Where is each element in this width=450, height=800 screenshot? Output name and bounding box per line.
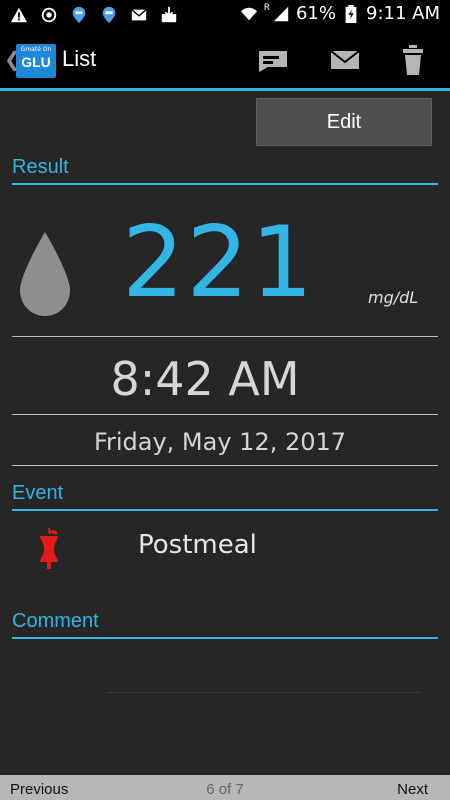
clock: 9:11 AM <box>366 3 440 24</box>
event-section-title: Event <box>12 482 64 504</box>
trash-icon[interactable] <box>396 45 430 75</box>
status-bar: R 61% 9:11 AM <box>0 0 450 30</box>
page-title: List <box>62 46 97 71</box>
apple-core-icon <box>40 528 58 569</box>
divider <box>12 336 438 337</box>
result-divider <box>12 183 438 185</box>
page-indicator: 6 of 7 <box>206 781 244 798</box>
system-indicators: R 61% 9:11 AM <box>240 3 440 24</box>
event-label: Postmeal <box>138 530 257 560</box>
event-divider <box>12 509 438 511</box>
battery-icon <box>345 4 357 23</box>
app-logo[interactable]: Gmaté On GLU <box>16 44 56 78</box>
warning-icon <box>10 7 28 23</box>
comment-underline <box>106 692 420 693</box>
email-icon[interactable] <box>328 45 362 75</box>
download-icon <box>161 6 177 23</box>
map-pin-icon <box>102 6 116 24</box>
notification-icons <box>10 6 178 24</box>
reading-date: Friday, May 12, 2017 <box>93 428 347 456</box>
comment-icon[interactable] <box>256 45 290 75</box>
roaming-indicator: R <box>263 3 270 13</box>
result-section-title: Result <box>12 156 69 178</box>
email-icon <box>131 9 147 21</box>
logo-small-text: Gmaté On <box>20 46 52 53</box>
divider <box>12 414 438 415</box>
action-bar: ❮ Gmaté On GLU List <box>0 30 450 91</box>
signal-icon <box>273 6 289 21</box>
battery-percent: 61% <box>295 3 336 24</box>
next-button[interactable]: Next <box>397 781 428 798</box>
glucose-value: 221 <box>122 206 316 320</box>
blood-drop-icon <box>20 232 70 316</box>
comment-divider <box>12 637 438 639</box>
wifi-icon <box>240 7 257 20</box>
map-pin-icon <box>72 6 86 24</box>
comment-section-title: Comment <box>12 610 99 632</box>
comment-text <box>106 650 420 690</box>
pager-bar: Previous 6 of 7 Next <box>0 775 450 800</box>
logo-big-text: GLU <box>21 54 51 70</box>
divider <box>12 465 438 466</box>
reading-time: 8:42 AM <box>110 352 300 406</box>
glucose-unit: mg/dL <box>368 288 419 307</box>
edit-button[interactable]: Edit <box>256 98 432 146</box>
sync-icon <box>41 7 57 23</box>
